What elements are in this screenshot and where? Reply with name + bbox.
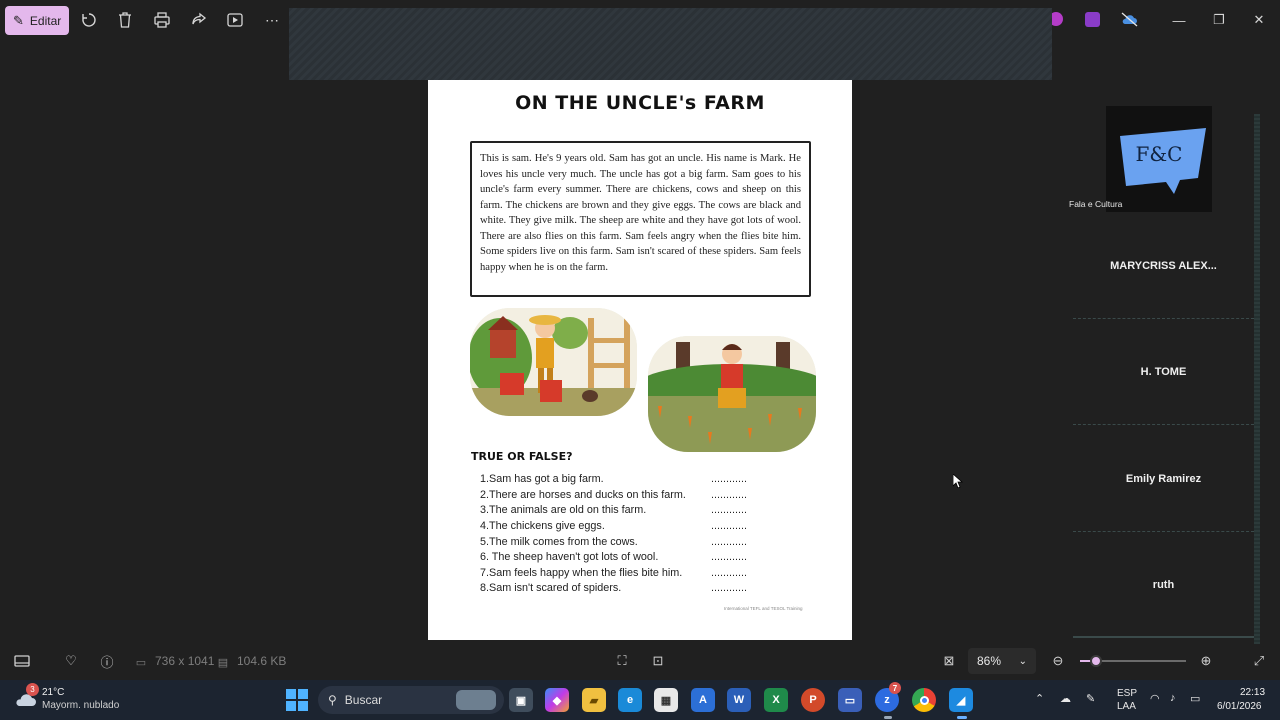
- answer-blank: ............: [711, 489, 747, 501]
- start-windows-icon[interactable]: [286, 689, 308, 711]
- close-button[interactable]: ✕: [1250, 11, 1268, 29]
- excel-icon[interactable]: X: [764, 688, 788, 712]
- zoom-slider[interactable]: [1080, 655, 1186, 667]
- participant-tile[interactable]: Emily Ramirez: [1073, 426, 1254, 532]
- ocr-icon[interactable]: ⊡: [649, 652, 667, 670]
- host-name: Fala e Cultura: [1069, 199, 1123, 209]
- copilot-icon[interactable]: ◆: [545, 688, 569, 712]
- volume-icon[interactable]: ♪: [1170, 692, 1176, 704]
- zoom-app-icon[interactable]: z 7: [875, 682, 901, 712]
- restore-button[interactable]: ❐: [1210, 11, 1228, 29]
- delete-icon[interactable]: [115, 10, 135, 30]
- participant-tile[interactable]: H. TOME: [1073, 319, 1254, 425]
- participants-panel: F&C Fala e Cultura MARYCRISS ALEX... H. …: [1066, 106, 1262, 646]
- search-icon: ⚲: [328, 693, 337, 707]
- answer-blank: ............: [711, 504, 747, 516]
- participant-name: Emily Ramirez: [1125, 473, 1202, 485]
- windows-taskbar: 3 21°C Mayorm. nublado ⚲ Buscar ▣ ◆ ▰ e …: [0, 680, 1280, 720]
- answer-blank: ............: [711, 582, 747, 594]
- answer-blank: ............: [711, 567, 747, 579]
- story-text-box: This is sam. He's 9 years old. Sam has g…: [470, 141, 811, 297]
- participant-name: H. TOME: [1140, 366, 1187, 378]
- weather-badge: 3: [26, 683, 39, 696]
- scan-icon[interactable]: ⛶: [613, 652, 631, 670]
- zoom-out-icon[interactable]: ⊖: [1049, 652, 1067, 670]
- dimensions-icon: ▭: [135, 656, 147, 669]
- zoom-value: 86%: [977, 654, 1002, 668]
- edit-pencil-icon: ✎: [13, 12, 24, 28]
- zoom-running-indicator: [884, 716, 892, 719]
- language-code[interactable]: ESP: [1117, 688, 1137, 699]
- image-dimensions: 736 x 1041: [155, 654, 215, 668]
- participants-scrollbar[interactable]: [1254, 114, 1260, 644]
- battery-icon[interactable]: ▭: [1190, 692, 1200, 705]
- chrome-icon[interactable]: [912, 688, 936, 712]
- participant-name: MARYCRISS ALEX...: [1110, 260, 1217, 272]
- zoom-in-icon[interactable]: ⊕: [1197, 652, 1215, 670]
- photos-app-icon[interactable]: ◢: [949, 688, 973, 712]
- edit-button[interactable]: ✎ Editar: [5, 6, 69, 35]
- carrot-garden-illustration: [648, 336, 816, 452]
- zoom-slider-thumb[interactable]: [1090, 655, 1102, 667]
- favorite-icon[interactable]: ♡: [62, 652, 80, 670]
- true-false-title: TRUE OR FALSE?: [471, 450, 573, 463]
- word-icon[interactable]: W: [727, 688, 751, 712]
- participant-name: ruth: [1152, 579, 1175, 591]
- answer-blank: ............: [711, 473, 747, 485]
- file-size-icon: ▤: [217, 656, 229, 669]
- azure-data-studio-icon[interactable]: A: [691, 688, 715, 712]
- share-icon[interactable]: [189, 10, 209, 30]
- farmer-illustration: [470, 308, 637, 416]
- search-highlight-icon: [456, 690, 496, 710]
- worksheet-title: ON THE UNCLE's FARM: [515, 92, 765, 114]
- print-icon[interactable]: [152, 10, 172, 30]
- host-logo-text: F&C: [1135, 142, 1183, 166]
- rotate-icon[interactable]: [79, 10, 99, 30]
- weather-temperature: 21°C: [42, 687, 65, 698]
- outlook-icon[interactable]: ▭: [838, 688, 862, 712]
- chevron-down-icon: ⌄: [1018, 655, 1027, 667]
- worksheet-footer: International TEFL and TESOL Training: [724, 606, 803, 611]
- keyboard-layout[interactable]: LAA: [1117, 701, 1136, 712]
- participant-tile[interactable]: ruth: [1073, 532, 1254, 638]
- fullscreen-icon[interactable]: ⤢: [1250, 652, 1268, 670]
- answer-blank: ............: [711, 520, 747, 532]
- slideshow-icon[interactable]: [225, 10, 245, 30]
- zoom-dropdown[interactable]: 86% ⌄: [968, 648, 1036, 674]
- filmstrip-icon[interactable]: [13, 652, 31, 670]
- file-size: 104.6 KB: [237, 654, 287, 668]
- zoom-notification-badge: 7: [889, 682, 901, 694]
- file-explorer-icon[interactable]: ▰: [582, 688, 606, 712]
- clock-time[interactable]: 22:13: [1240, 687, 1265, 698]
- wifi-icon[interactable]: ◠: [1150, 692, 1160, 705]
- participant-tile[interactable]: MARYCRISS ALEX...: [1073, 213, 1254, 319]
- weather-description: Mayorm. nublado: [42, 700, 120, 711]
- pen-icon[interactable]: ✎: [1086, 692, 1095, 705]
- answer-blank: ............: [711, 551, 747, 563]
- answer-blank: ............: [711, 536, 747, 548]
- more-options-icon[interactable]: ⋯: [262, 10, 282, 30]
- powerpoint-icon[interactable]: P: [801, 688, 825, 712]
- cloud-sync-icon[interactable]: [1121, 12, 1138, 27]
- clipchamp-app-icon[interactable]: [1085, 12, 1100, 27]
- photos-active-indicator: [957, 716, 967, 719]
- weather-cloud-icon[interactable]: 3: [14, 683, 39, 710]
- cloud-offline-icon[interactable]: ☁: [1060, 692, 1071, 705]
- edge-browser-icon[interactable]: e: [618, 688, 642, 712]
- edit-button-label: Editar: [29, 13, 62, 28]
- photos-statusbar: ♡ ⓘ ▭ 736 x 1041 ▤ 104.6 KB ⛶ ⊡ ⊠ 86% ⌄ …: [0, 642, 1280, 680]
- search-placeholder: Buscar: [344, 693, 383, 707]
- info-icon[interactable]: ⓘ: [98, 652, 116, 670]
- clock-date[interactable]: 6/01/2026: [1217, 701, 1262, 712]
- show-hidden-icons-icon[interactable]: ⌃: [1035, 692, 1044, 705]
- minimize-button[interactable]: —: [1170, 11, 1188, 29]
- microsoft-store-icon[interactable]: ▦: [654, 688, 678, 712]
- worksheet-image: ON THE UNCLE's FARM This is sam. He's 9 …: [428, 80, 852, 640]
- fit-to-window-icon[interactable]: ⊠: [940, 652, 958, 670]
- shared-screen-banner: [289, 8, 1052, 80]
- host-video-tile[interactable]: F&C: [1106, 106, 1212, 212]
- mouse-cursor-icon: [952, 473, 964, 493]
- task-view-icon[interactable]: ▣: [509, 688, 533, 712]
